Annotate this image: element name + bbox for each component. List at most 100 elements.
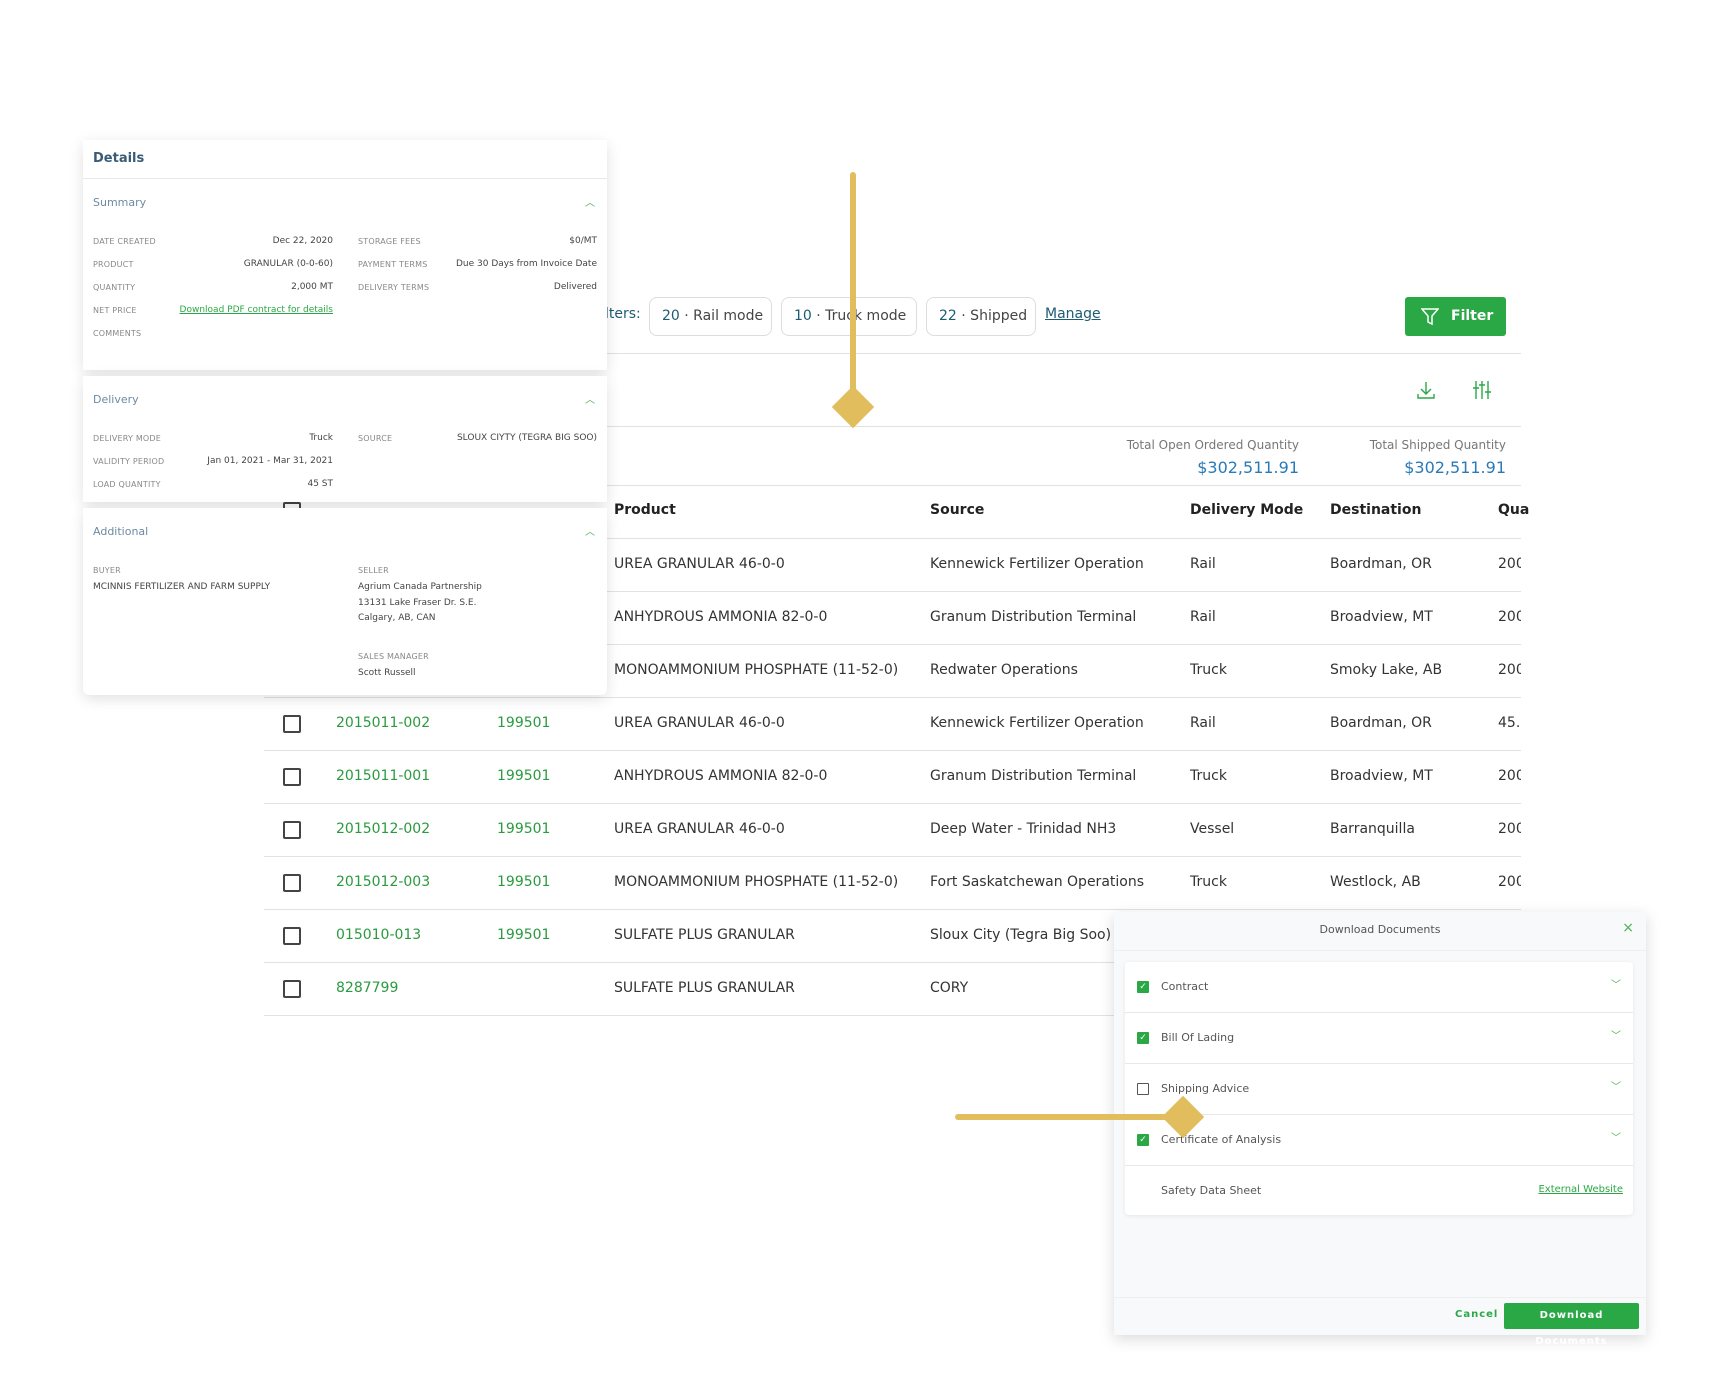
contract-link[interactable]: 199501 <box>497 927 550 943</box>
label: NET PRICE <box>93 306 137 315</box>
col-destination[interactable]: Destination <box>1330 502 1421 518</box>
order-id-link[interactable]: 2015011-002 <box>336 715 430 731</box>
value: Agrium Canada Partnership <box>358 582 482 592</box>
value: Dec 22, 2020 <box>272 236 333 246</box>
filter-button[interactable]: Filter <box>1405 297 1506 336</box>
checkbox-unchecked-icon[interactable] <box>1137 1083 1149 1095</box>
contract-link[interactable]: 199501 <box>497 874 550 890</box>
checkbox-checked-icon[interactable]: ✓ <box>1137 981 1149 993</box>
additional-title: Additional <box>93 525 149 538</box>
label: PRODUCT <box>93 260 134 269</box>
chevron-down-icon[interactable]: ﹀ <box>1611 1129 1621 1144</box>
value: Calgary, AB, CAN <box>358 613 436 623</box>
table-row[interactable]: 2015012-002 199501 UREA GRANULAR 46-0-0 … <box>264 804 1521 857</box>
value: $0/MT <box>569 236 597 246</box>
details-title: Details <box>93 151 145 166</box>
chip-label: · Rail mode <box>684 308 764 324</box>
checkbox-checked-icon[interactable]: ✓ <box>1137 1032 1149 1044</box>
contract-link[interactable]: 199501 <box>497 715 550 731</box>
documents-list: ✓ Certificate of Analysis ﹀ Shipping Adv… <box>1125 962 1633 1215</box>
col-delivery-mode[interactable]: Delivery Mode <box>1190 502 1303 518</box>
document-row-sds: Safety Data Sheet External Website <box>1125 1166 1633 1217</box>
value: Delivered <box>553 282 597 292</box>
cell-destination: Broadview, MT <box>1330 768 1433 784</box>
order-id-link[interactable]: 015010-013 <box>336 927 421 943</box>
chip-label: · Truck mode <box>816 308 907 324</box>
chevron-up-icon[interactable]: ︿ <box>585 391 595 406</box>
cell-delivery-mode: Truck <box>1190 768 1227 784</box>
row-checkbox[interactable] <box>283 980 301 998</box>
cell-delivery-mode: Truck <box>1190 662 1227 678</box>
cell-product: UREA GRANULAR 46-0-0 <box>614 556 785 572</box>
contract-link[interactable]: 199501 <box>497 768 550 784</box>
col-quantity[interactable]: Qua <box>1498 502 1529 518</box>
filter-button-label: Filter <box>1451 308 1494 324</box>
total-open-value: $302,511.91 <box>1197 458 1299 477</box>
filters-label: lters: <box>605 306 641 322</box>
document-row[interactable]: ✓ Contract ﹀ <box>1125 962 1633 1013</box>
manage-filters-link[interactable]: Manage <box>1045 306 1101 322</box>
chip-count: 22 <box>939 308 957 324</box>
cell-product: MONOAMMONIUM PHOSPHATE (11-52-0) <box>614 662 899 678</box>
chip-count: 10 <box>794 308 812 324</box>
cell-product: MONOAMMONIUM PHOSPHATE (11-52-0) <box>614 874 899 890</box>
summary-title: Summary <box>93 196 147 209</box>
divider <box>83 178 607 179</box>
column-settings-icon[interactable] <box>1472 380 1492 400</box>
close-icon[interactable]: × <box>1622 920 1634 936</box>
document-row[interactable]: Shipping Advice ﹀ <box>1125 1064 1633 1115</box>
download-pdf-link[interactable]: Download PDF contract for details <box>180 305 333 315</box>
label: VALIDITY PERIOD <box>93 457 165 466</box>
col-source[interactable]: Source <box>930 502 984 518</box>
total-shipped-value: $302,511.91 <box>1404 458 1506 477</box>
filter-chip-shipped[interactable]: 22 · Shipped <box>926 297 1036 336</box>
cell-delivery-mode: Rail <box>1190 715 1216 731</box>
order-id-link[interactable]: 2015011-001 <box>336 768 430 784</box>
external-website-link[interactable]: External Website <box>1538 1184 1623 1195</box>
row-checkbox[interactable] <box>283 927 301 945</box>
cell-product: SULFATE PLUS GRANULAR <box>614 980 795 996</box>
value: 2,000 MT <box>291 282 333 292</box>
label: SALES MANAGER <box>358 652 429 661</box>
document-row[interactable]: ✓ Bill Of Lading ﹀ <box>1125 1013 1633 1064</box>
document-row[interactable]: ✓ Certificate of Analysis ﹀ <box>1125 1115 1633 1166</box>
chevron-down-icon[interactable]: ﹀ <box>1611 1027 1621 1042</box>
value: Due 30 Days from Invoice Date <box>455 259 597 269</box>
row-checkbox[interactable] <box>283 768 301 786</box>
order-id-link[interactable]: 2015012-003 <box>336 874 430 890</box>
col-product[interactable]: Product <box>614 502 676 518</box>
cell-destination: Barranquilla <box>1330 821 1415 837</box>
filter-chip-truck[interactable]: 10 · Truck mode <box>781 297 917 336</box>
checkbox-checked-icon[interactable]: ✓ <box>1137 1134 1149 1146</box>
download-documents-button[interactable]: Download Documents <box>1504 1303 1639 1347</box>
chevron-up-icon[interactable]: ︿ <box>585 523 595 538</box>
label: DATE CREATED <box>93 237 156 246</box>
chip-label: · Shipped <box>961 308 1028 324</box>
order-id-link[interactable]: 2015012-002 <box>336 821 430 837</box>
label: BUYER <box>93 566 121 575</box>
cell-source: Granum Distribution Terminal <box>930 768 1137 784</box>
cell-product: ANHYDROUS AMMONIA 82-0-0 <box>614 609 828 625</box>
table-row[interactable]: 2015012-003 199501 MONOAMMONIUM PHOSPHAT… <box>264 857 1521 910</box>
chevron-down-icon[interactable]: ﹀ <box>1611 976 1621 991</box>
order-id-link[interactable]: 8287799 <box>336 980 398 996</box>
cell-source: Fort Saskatchewan Operations <box>930 874 1145 890</box>
label: DELIVERY MODE <box>93 434 162 443</box>
row-checkbox[interactable] <box>283 715 301 733</box>
download-icon[interactable] <box>1416 380 1436 400</box>
contract-link[interactable]: 199501 <box>497 821 550 837</box>
chevron-up-icon[interactable]: ︿ <box>585 194 595 209</box>
row-checkbox[interactable] <box>283 874 301 892</box>
chevron-down-icon[interactable]: ﹀ <box>1611 1078 1621 1093</box>
details-panel: Details Summary ︿ DATE CREATED Dec 22, 2… <box>83 140 607 370</box>
table-row[interactable]: 2015011-002 199501 UREA GRANULAR 46-0-0 … <box>264 698 1521 751</box>
cell-source: Sloux City (Tegra Big Soo) <box>930 927 1112 943</box>
cancel-button[interactable]: Cancel <box>1455 1309 1498 1320</box>
annotation-line-vertical <box>850 172 856 397</box>
annotation-diamond <box>831 385 875 429</box>
cell-quantity: 200 <box>1498 874 1521 890</box>
cell-delivery-mode: Truck <box>1190 874 1227 890</box>
table-row[interactable]: 2015011-001 199501 ANHYDROUS AMMONIA 82-… <box>264 751 1521 804</box>
row-checkbox[interactable] <box>283 821 301 839</box>
filter-chip-rail[interactable]: 20 · Rail mode <box>649 297 772 336</box>
